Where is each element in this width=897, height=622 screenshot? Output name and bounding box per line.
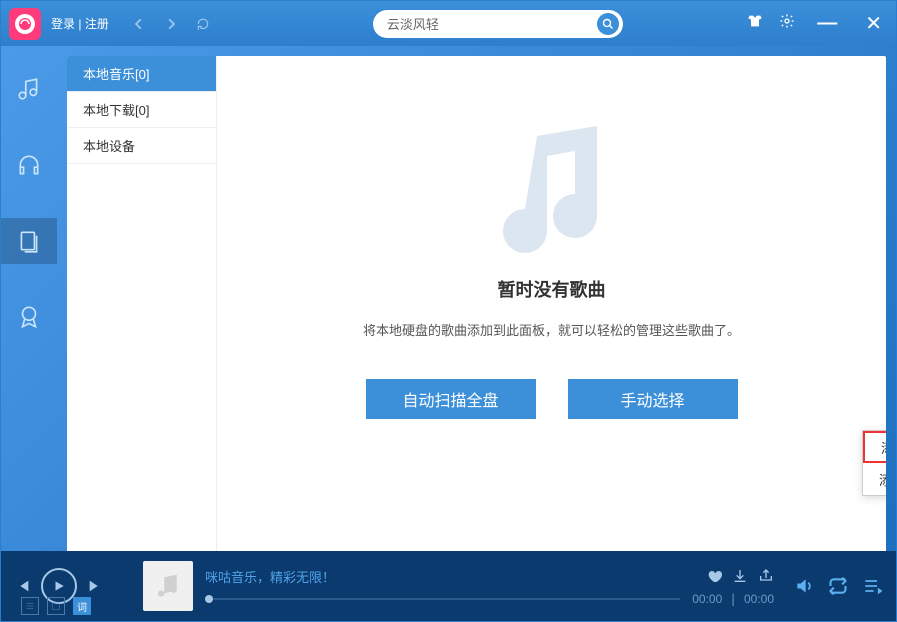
rail-badge-icon[interactable] bbox=[1, 294, 57, 340]
refresh-button[interactable] bbox=[193, 14, 213, 34]
search-box bbox=[373, 10, 623, 38]
favorite-icon[interactable] bbox=[706, 568, 722, 584]
tagline: 咪咕音乐，精彩无限！ bbox=[205, 567, 335, 586]
auto-scan-button[interactable]: 自动扫描全盘 bbox=[366, 379, 536, 419]
queue-icon[interactable] bbox=[862, 576, 882, 596]
rail-library-icon[interactable] bbox=[1, 218, 57, 264]
auth-links: 登录 | 注册 bbox=[51, 15, 109, 32]
sidebar-item-local-device[interactable]: 本地设备 bbox=[67, 128, 216, 164]
manual-select-button[interactable]: 手动选择 bbox=[568, 379, 738, 419]
skin-icon[interactable] bbox=[747, 13, 763, 34]
register-link[interactable]: 注册 bbox=[85, 17, 109, 31]
popup-add-file[interactable]: 添加本地文件 bbox=[863, 431, 886, 463]
header-right: — ✕ bbox=[747, 11, 888, 36]
prev-button[interactable] bbox=[15, 578, 31, 594]
song-actions bbox=[706, 568, 774, 584]
left-rail bbox=[1, 46, 57, 551]
popup-add-folder[interactable]: 添加本地文件夹 bbox=[863, 463, 886, 495]
body: 本地音乐[0] 本地下载[0] 本地设备 暂时没有歌曲 将本地硬盘的歌曲添加到此… bbox=[1, 46, 896, 551]
back-button[interactable] bbox=[129, 14, 149, 34]
search-button[interactable] bbox=[597, 13, 619, 35]
forward-button[interactable] bbox=[161, 14, 181, 34]
volume-icon[interactable] bbox=[794, 576, 814, 596]
mini-icons: 词 bbox=[21, 597, 91, 615]
header: 登录 | 注册 — ✕ bbox=[1, 1, 896, 46]
rail-music-icon[interactable] bbox=[1, 66, 57, 112]
progress-area: 咪咕音乐，精彩无限！ 00:00 | 00:00 bbox=[205, 567, 774, 606]
main-panel: 暂时没有歌曲 将本地硬盘的歌曲添加到此面板，就可以轻松的管理这些歌曲了。 自动扫… bbox=[217, 56, 886, 551]
minimize-button[interactable]: — bbox=[811, 12, 843, 35]
sidebar-item-local-music[interactable]: 本地音乐[0] bbox=[67, 56, 216, 92]
loop-icon[interactable] bbox=[828, 576, 848, 596]
settings-icon[interactable] bbox=[779, 13, 795, 34]
lyric-toggle[interactable]: 词 bbox=[73, 597, 91, 615]
playlist-icon[interactable] bbox=[21, 597, 39, 615]
next-button[interactable] bbox=[87, 578, 103, 594]
empty-title: 暂时没有歌曲 bbox=[498, 276, 606, 302]
download-icon[interactable] bbox=[732, 568, 748, 584]
empty-music-icon bbox=[487, 116, 617, 266]
desktop-icon[interactable] bbox=[47, 597, 65, 615]
nav-buttons bbox=[129, 14, 213, 34]
search-input[interactable] bbox=[387, 16, 597, 31]
footer: 词 咪咕音乐，精彩无限！ 00:00 | 00:00 bbox=[1, 551, 896, 621]
close-button[interactable]: ✕ bbox=[859, 11, 888, 36]
rail-headphone-icon[interactable] bbox=[1, 142, 57, 188]
time-display: 00:00 | 00:00 bbox=[692, 592, 774, 606]
album-art bbox=[143, 561, 193, 611]
empty-desc: 将本地硬盘的歌曲添加到此面板，就可以轻松的管理这些歌曲了。 bbox=[363, 320, 740, 339]
sidebar-item-local-download[interactable]: 本地下载[0] bbox=[67, 92, 216, 128]
app-logo bbox=[9, 8, 41, 40]
share-icon[interactable] bbox=[758, 568, 774, 584]
side-nav: 本地音乐[0] 本地下载[0] 本地设备 bbox=[67, 56, 217, 551]
button-row: 自动扫描全盘 手动选择 bbox=[366, 379, 738, 419]
login-link[interactable]: 登录 bbox=[51, 17, 75, 31]
file-select-popup: 添加本地文件 添加本地文件夹 bbox=[862, 430, 886, 496]
progress-bar[interactable] bbox=[205, 598, 680, 600]
content: 本地音乐[0] 本地下载[0] 本地设备 暂时没有歌曲 将本地硬盘的歌曲添加到此… bbox=[67, 56, 886, 551]
right-controls bbox=[794, 576, 882, 596]
